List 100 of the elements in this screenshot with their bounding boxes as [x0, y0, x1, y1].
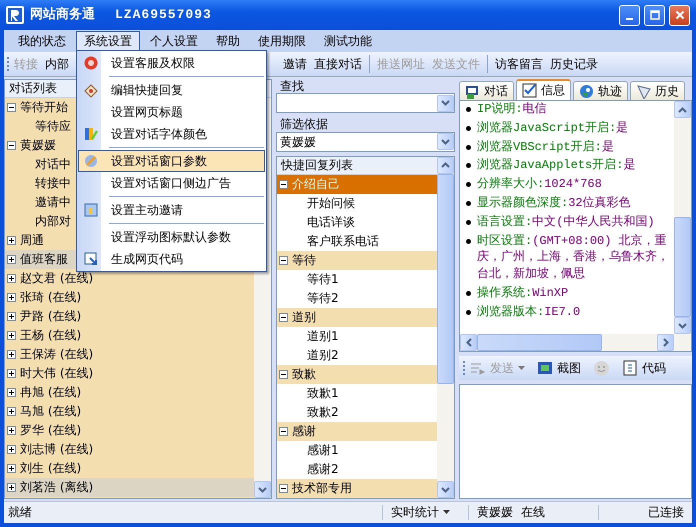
scroll-left-button[interactable] [460, 334, 477, 351]
tab[interactable]: 对话 [459, 81, 514, 100]
toolbar-button[interactable]: 代码 [622, 360, 666, 376]
minimize-icon [626, 18, 633, 20]
collapse-icon[interactable] [279, 256, 288, 265]
scroll-right-button[interactable] [657, 334, 674, 351]
collapse-icon[interactable] [279, 484, 288, 493]
expand-icon[interactable] [7, 350, 16, 359]
tree-item[interactable]: 感谢2 [277, 460, 437, 479]
send-icon [470, 360, 486, 375]
window-title: 网站商务通 [30, 7, 95, 23]
scrollbar-thumb[interactable] [437, 174, 454, 384]
expand-icon[interactable] [7, 369, 16, 378]
toolbar-button[interactable]: 历史记录 [547, 54, 601, 74]
toolbar-button[interactable]: 内部 [42, 54, 72, 74]
menu-item[interactable]: 帮助 [208, 30, 248, 52]
expand-icon[interactable] [7, 293, 16, 302]
menu-item[interactable]: 编辑快捷回复 [78, 79, 265, 101]
collapse-icon[interactable] [7, 141, 16, 150]
menu-item[interactable]: 设置对话窗口侧边广告 [78, 172, 265, 194]
tree-item[interactable]: 刘茗浩 (离线) [5, 478, 254, 497]
scroll-up-button[interactable] [674, 101, 691, 118]
menu-item[interactable]: 使用期限 [250, 30, 314, 52]
tab-icon [579, 84, 594, 98]
expand-icon[interactable] [7, 236, 16, 245]
presence-status: 在线 [521, 505, 545, 520]
tree-item[interactable]: 等待2 [277, 288, 437, 308]
tree-item[interactable]: 道别 [277, 308, 437, 327]
toolbar-grip-icon [7, 57, 10, 71]
close-button[interactable] [669, 4, 690, 26]
collapse-icon[interactable] [279, 370, 288, 379]
menu-icon [83, 153, 99, 169]
stats-dropdown[interactable]: 实时统计 [382, 505, 468, 520]
expand-icon[interactable] [7, 464, 16, 473]
bullet-icon [466, 200, 471, 206]
info-line: IP说明:电信 [477, 101, 547, 118]
scroll-down-button[interactable] [674, 317, 691, 334]
scrollbar-thumb[interactable] [674, 217, 691, 317]
expand-icon[interactable] [7, 255, 16, 264]
bullet-icon [466, 238, 471, 244]
scroll-down-button[interactable] [437, 481, 454, 498]
tab[interactable]: 信息 [516, 79, 571, 100]
collapse-icon[interactable] [279, 180, 288, 189]
expand-icon[interactable] [7, 407, 16, 416]
dropdown-button[interactable] [437, 133, 454, 150]
tree-item[interactable]: 电话详谈 [277, 212, 437, 232]
tab-icon [636, 84, 651, 98]
toolbar-button[interactable]: 邀请 [280, 54, 310, 74]
collapse-icon[interactable] [279, 426, 288, 436]
expand-icon[interactable] [7, 331, 16, 340]
menu-item[interactable]: 设置对话字体颜色 [78, 123, 265, 145]
menu-item[interactable]: 个人设置 [142, 30, 206, 52]
tree-item[interactable]: 等待 [277, 250, 437, 270]
scrollbar-thumb[interactable] [477, 334, 602, 351]
tree-item[interactable]: 致歉 [277, 364, 437, 384]
collapse-icon[interactable] [7, 103, 16, 112]
tree-item[interactable]: 道别2 [277, 346, 437, 365]
bullet-icon [466, 290, 471, 296]
expand-icon[interactable] [7, 312, 16, 321]
maximize-button[interactable] [644, 4, 665, 26]
toolbar-button[interactable]: 截图 [537, 360, 581, 376]
expand-icon[interactable] [7, 426, 16, 435]
dropdown-button[interactable] [437, 94, 454, 112]
info-line: 分辨率大小:1024*768 [477, 176, 602, 193]
filter-combo[interactable]: 黄媛媛 [276, 132, 455, 152]
tab[interactable]: 轨迹 [573, 81, 628, 100]
menu-item[interactable]: 系统设置 [76, 30, 140, 52]
tree-item[interactable]: 客户联系电话 [277, 232, 437, 251]
scroll-down-button[interactable] [254, 481, 271, 498]
scroll-up-button[interactable] [437, 156, 454, 174]
toolbar-button[interactable]: 访客留言 [492, 54, 546, 74]
tree-item[interactable]: 感谢 [277, 422, 437, 441]
menu-item[interactable]: 我的状态 [10, 30, 74, 52]
menu-item[interactable]: 设置客服及权限 [78, 52, 265, 74]
expand-icon[interactable] [7, 483, 16, 492]
expand-icon[interactable] [7, 445, 16, 454]
menu-item[interactable]: 设置对话窗口参数 [78, 150, 265, 172]
message-input[interactable] [459, 384, 692, 499]
tree-item[interactable]: 道别1 [277, 326, 437, 346]
tree-item[interactable]: 等待1 [277, 270, 437, 289]
menu-item[interactable]: 设置主动邀请 [78, 199, 265, 221]
minimize-button[interactable] [619, 4, 640, 26]
toolbar-button[interactable]: 直接对话 [311, 54, 365, 74]
menu-item[interactable]: 生成网页代码 [78, 248, 265, 270]
tree-item[interactable]: 致歉2 [277, 402, 437, 422]
tree-item[interactable]: 开始问候 [277, 194, 437, 213]
search-combo[interactable] [276, 93, 455, 114]
tree-item[interactable]: 感谢1 [277, 440, 437, 460]
menu-item[interactable]: 测试功能 [316, 30, 380, 52]
tree-item[interactable]: 致歉1 [277, 384, 437, 403]
tree-item[interactable]: 技术部专用 [277, 478, 437, 498]
tab[interactable]: 历史 [630, 81, 685, 100]
collapse-icon[interactable] [279, 312, 288, 322]
menu-item[interactable]: 设置浮动图标默认参数 [78, 226, 265, 248]
expand-icon[interactable] [7, 388, 16, 397]
expand-icon[interactable] [7, 274, 16, 283]
status-text: 就绪 [8, 505, 33, 520]
bullet-icon [466, 310, 471, 315]
menu-item[interactable]: 设置网页标题 [78, 101, 265, 123]
close-icon [674, 10, 684, 20]
